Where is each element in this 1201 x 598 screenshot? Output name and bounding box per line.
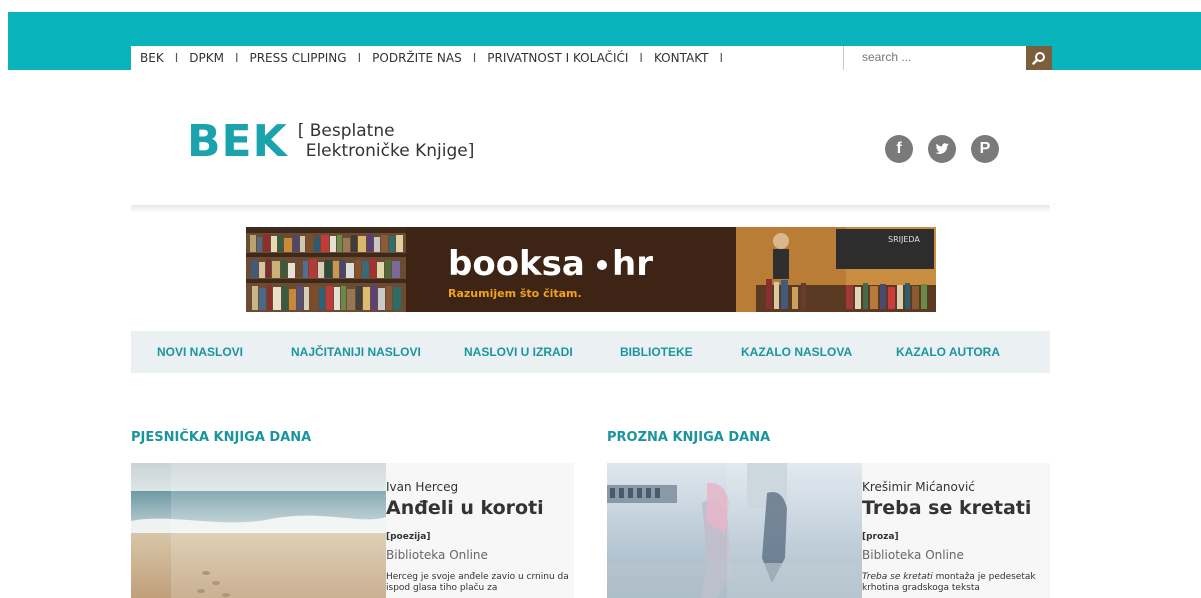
mainnav-naslovi-u-izradi[interactable]: NASLOVI U IZRADI <box>464 345 573 359</box>
topnav-link-press-clipping[interactable]: PRESS CLIPPING <box>249 51 346 65</box>
pinterest-icon[interactable]: P <box>971 135 999 163</box>
banner-brand: booksa <box>448 244 585 284</box>
poetry-book-card[interactable]: Ivan Herceg Anđeli u koroti [poezija] Bi… <box>131 463 574 598</box>
book-description: Herceg je svoje anđele zavio u crninu da… <box>386 572 569 593</box>
mainnav-najcitaniji-naslovi[interactable]: NAJČITANIJI NASLOVI <box>291 345 421 359</box>
banner-domain: hr <box>612 244 653 284</box>
logo-tagline-line2: Elektroničke Knjige] <box>305 141 475 161</box>
facebook-icon[interactable]: f <box>885 135 913 163</box>
search-box <box>843 46 1032 70</box>
poetry-book-info: Ivan Herceg Anđeli u koroti [poezija] Bi… <box>386 463 574 598</box>
header-divider <box>131 205 1050 213</box>
separator: I <box>639 51 643 65</box>
top-navigation: BEK I DPKM I PRESS CLIPPING I PODRŽITE N… <box>131 46 843 70</box>
book-library[interactable]: Biblioteka Online <box>862 548 964 562</box>
poetry-section-title: PJESNIČKA KNJIGA DANA <box>131 430 312 445</box>
mainnav-kazalo-autora[interactable]: KAZALO AUTORA <box>896 345 1000 359</box>
mainnav-kazalo-naslova[interactable]: KAZALO NASLOVA <box>741 345 852 359</box>
banner-graphic: booksa hr Razumijem što čitam. SRIJEDA <box>246 227 936 312</box>
topnav-link-podrzite-nas[interactable]: PODRŽITE NAS <box>372 51 462 65</box>
book-genre: [poezija] <box>386 532 431 542</box>
book-author[interactable]: Ivan Herceg <box>386 480 458 494</box>
book-genre: [proza] <box>862 532 899 542</box>
banner-tagline: Razumijem što čitam. <box>448 287 582 300</box>
main-navigation: NOVI NASLOVI NAJČITANIJI NASLOVI NASLOVI… <box>131 331 1050 373</box>
topnav-link-kontakt[interactable]: KONTAKT <box>654 51 709 65</box>
book-library[interactable]: Biblioteka Online <box>386 548 488 562</box>
book-title[interactable]: Anđeli u koroti <box>386 497 544 519</box>
logo-mark: BEK <box>187 116 288 167</box>
twitter-icon[interactable] <box>928 135 956 163</box>
book-description: Treba se kretati montaža je pedesetak kr… <box>862 572 1050 594</box>
prose-book-info: Krešimir Mićanović Treba se kretati [pro… <box>862 463 1050 598</box>
prose-cover-image <box>607 463 862 598</box>
logo-tagline-line1: [ Besplatne <box>297 121 395 141</box>
book-title[interactable]: Treba se kretati <box>862 497 1031 519</box>
search-input[interactable] <box>844 46 1032 68</box>
separator: I <box>357 51 362 65</box>
site-logo[interactable]: BEK [ Besplatne Elektroničke Knjige] <box>187 120 474 164</box>
separator: I <box>234 51 239 65</box>
banner-board-text: SRIJEDA <box>888 235 920 244</box>
booksa-banner[interactable]: booksa hr Razumijem što čitam. SRIJEDA <box>246 227 936 312</box>
separator: I <box>472 51 477 65</box>
book-description-title: Treba se kretati <box>862 572 933 582</box>
prose-section-title: PROZNA KNJIGA DANA <box>607 430 771 445</box>
poetry-cover-image <box>131 463 386 598</box>
topnav-link-bek[interactable]: BEK <box>140 51 164 65</box>
separator: I <box>719 51 724 65</box>
logo-tagline: [ Besplatne Elektroničke Knjige] <box>298 121 475 161</box>
topnav-link-privatnost[interactable]: PRIVATNOST I KOLAČIĆI <box>487 51 628 65</box>
separator: I <box>174 51 179 65</box>
search-icon <box>1032 52 1045 65</box>
prose-book-card[interactable]: Krešimir Mićanović Treba se kretati [pro… <box>607 463 1050 598</box>
book-author[interactable]: Krešimir Mićanović <box>862 480 975 494</box>
search-button[interactable] <box>1026 46 1052 70</box>
topnav-link-dpkm[interactable]: DPKM <box>189 51 224 65</box>
mainnav-novi-naslovi[interactable]: NOVI NASLOVI <box>157 345 243 359</box>
mainnav-biblioteke[interactable]: BIBLIOTEKE <box>620 345 693 359</box>
